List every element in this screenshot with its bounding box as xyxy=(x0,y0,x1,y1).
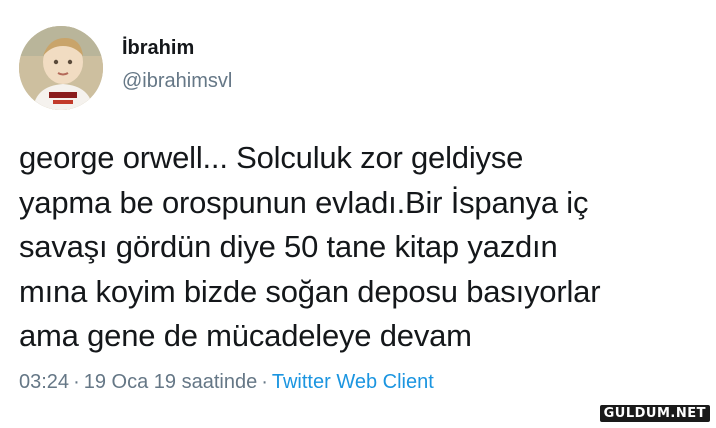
tweet-card: İbrahim @ibrahimsvl george orwell... Sol… xyxy=(0,0,716,428)
tweet-text-line: savaşı gördün diye 50 tane kitap yazdın xyxy=(19,229,558,264)
tweet-client-link[interactable]: Twitter Web Client xyxy=(272,371,434,393)
tweet-text-line: yapma be orospunun evladı.Bir İspanya iç xyxy=(19,184,589,220)
meta-separator: · xyxy=(73,371,80,393)
user-handle[interactable]: @ibrahimsvl xyxy=(122,67,232,95)
meta-separator: · xyxy=(261,371,268,393)
site-watermark: GULDUM.NET xyxy=(599,405,710,422)
display-name[interactable]: İbrahim xyxy=(122,35,232,61)
child-profile-photo-icon xyxy=(19,26,103,110)
tweet-header: İbrahim @ibrahimsvl xyxy=(19,26,232,110)
tweet-meta: 03:24 · 19 Oca 19 saatinde · Twitter Web Cli… xyxy=(19,371,434,394)
tweet-text: george orwell... Solculuk zor geldiyse y… xyxy=(19,136,699,359)
user-names: İbrahim @ibrahimsvl xyxy=(122,35,232,95)
avatar[interactable] xyxy=(19,26,103,110)
tweet-text-line: ama gene de mücadeleye devam xyxy=(19,318,472,353)
tweet-text-line: mına koyim bizde soğan deposu basıyorlar xyxy=(19,273,601,309)
tweet-time[interactable]: 03:24 xyxy=(19,371,69,393)
tweet-text-line: george orwell... Solculuk zor geldiyse xyxy=(19,140,524,175)
tweet-date[interactable]: 19 Oca 19 saatinde xyxy=(84,371,257,393)
